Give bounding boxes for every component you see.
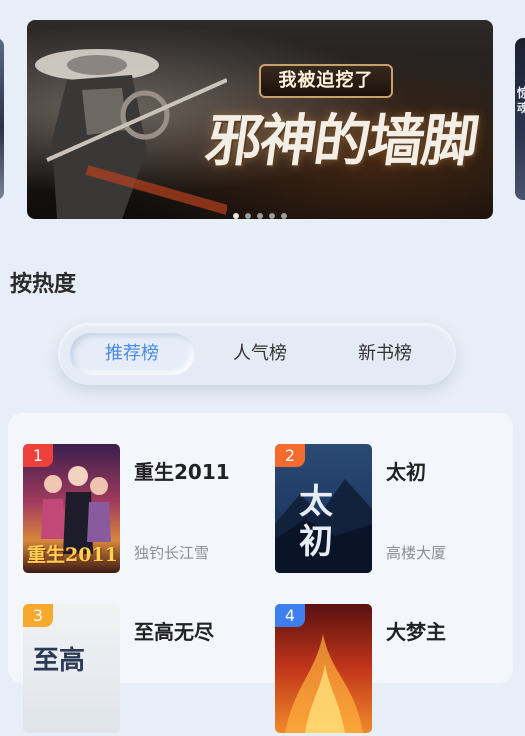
book-cover[interactable]: 至高 3: [23, 604, 120, 733]
rank-badge: 2: [275, 444, 305, 467]
carousel-indicator: [27, 204, 493, 219]
cover-title: 重生2011: [27, 544, 118, 566]
book-author: 高楼大厦: [386, 544, 447, 562]
next-banner-peek[interactable]: 惊魂: [515, 38, 525, 200]
carousel-dot[interactable]: [245, 213, 251, 219]
tab-new-books[interactable]: 新书榜: [324, 333, 446, 375]
carousel-dot[interactable]: [281, 213, 287, 219]
book-title: 大梦主: [386, 620, 446, 644]
banner-carousel[interactable]: 我被迫挖了 邪神的墙脚 惊魂: [0, 0, 525, 230]
book-author: 独钓长江雪: [134, 544, 210, 562]
cover-title: 至高: [33, 646, 86, 676]
banner-title: 邪神的墙脚: [201, 108, 482, 174]
banner-slide[interactable]: 我被迫挖了 邪神的墙脚: [27, 20, 493, 219]
tab-popular[interactable]: 人气榜: [198, 333, 322, 375]
book-cover[interactable]: 重生2011 1: [23, 444, 120, 573]
carousel-dot[interactable]: [233, 213, 239, 219]
book-cover[interactable]: 4: [275, 604, 372, 733]
previous-banner-peek[interactable]: [0, 38, 4, 200]
book-item[interactable]: 太初 2 太初 高楼大厦: [275, 444, 515, 576]
section-title: 按热度: [10, 272, 77, 297]
next-banner-peek-text: 惊魂: [517, 86, 525, 115]
ranking-list: 重生2011 1 重生2011 独钓长江雪 太初 2 太初 高楼大厦 至高 3 …: [8, 413, 515, 733]
cover-title: 太初: [299, 482, 333, 562]
book-item[interactable]: 重生2011 1 重生2011 独钓长江雪: [23, 444, 263, 576]
rank-badge: 4: [275, 604, 305, 627]
carousel-dot[interactable]: [269, 213, 275, 219]
book-title: 重生2011: [134, 460, 230, 484]
book-item[interactable]: 至高 3 至高无尽: [23, 604, 263, 736]
book-cover[interactable]: 太初 2: [275, 444, 372, 573]
rank-badge: 1: [23, 444, 53, 467]
banner-subtitle: 我被迫挖了: [259, 64, 393, 98]
rank-badge: 3: [23, 604, 53, 627]
book-title: 太初: [386, 460, 426, 484]
book-item[interactable]: 4 大梦主: [275, 604, 515, 736]
tab-recommended[interactable]: 推荐榜: [70, 333, 194, 375]
ranking-tabs: 推荐榜 人气榜 新书榜: [58, 323, 456, 385]
carousel-dot[interactable]: [257, 213, 263, 219]
book-title: 至高无尽: [134, 620, 214, 644]
